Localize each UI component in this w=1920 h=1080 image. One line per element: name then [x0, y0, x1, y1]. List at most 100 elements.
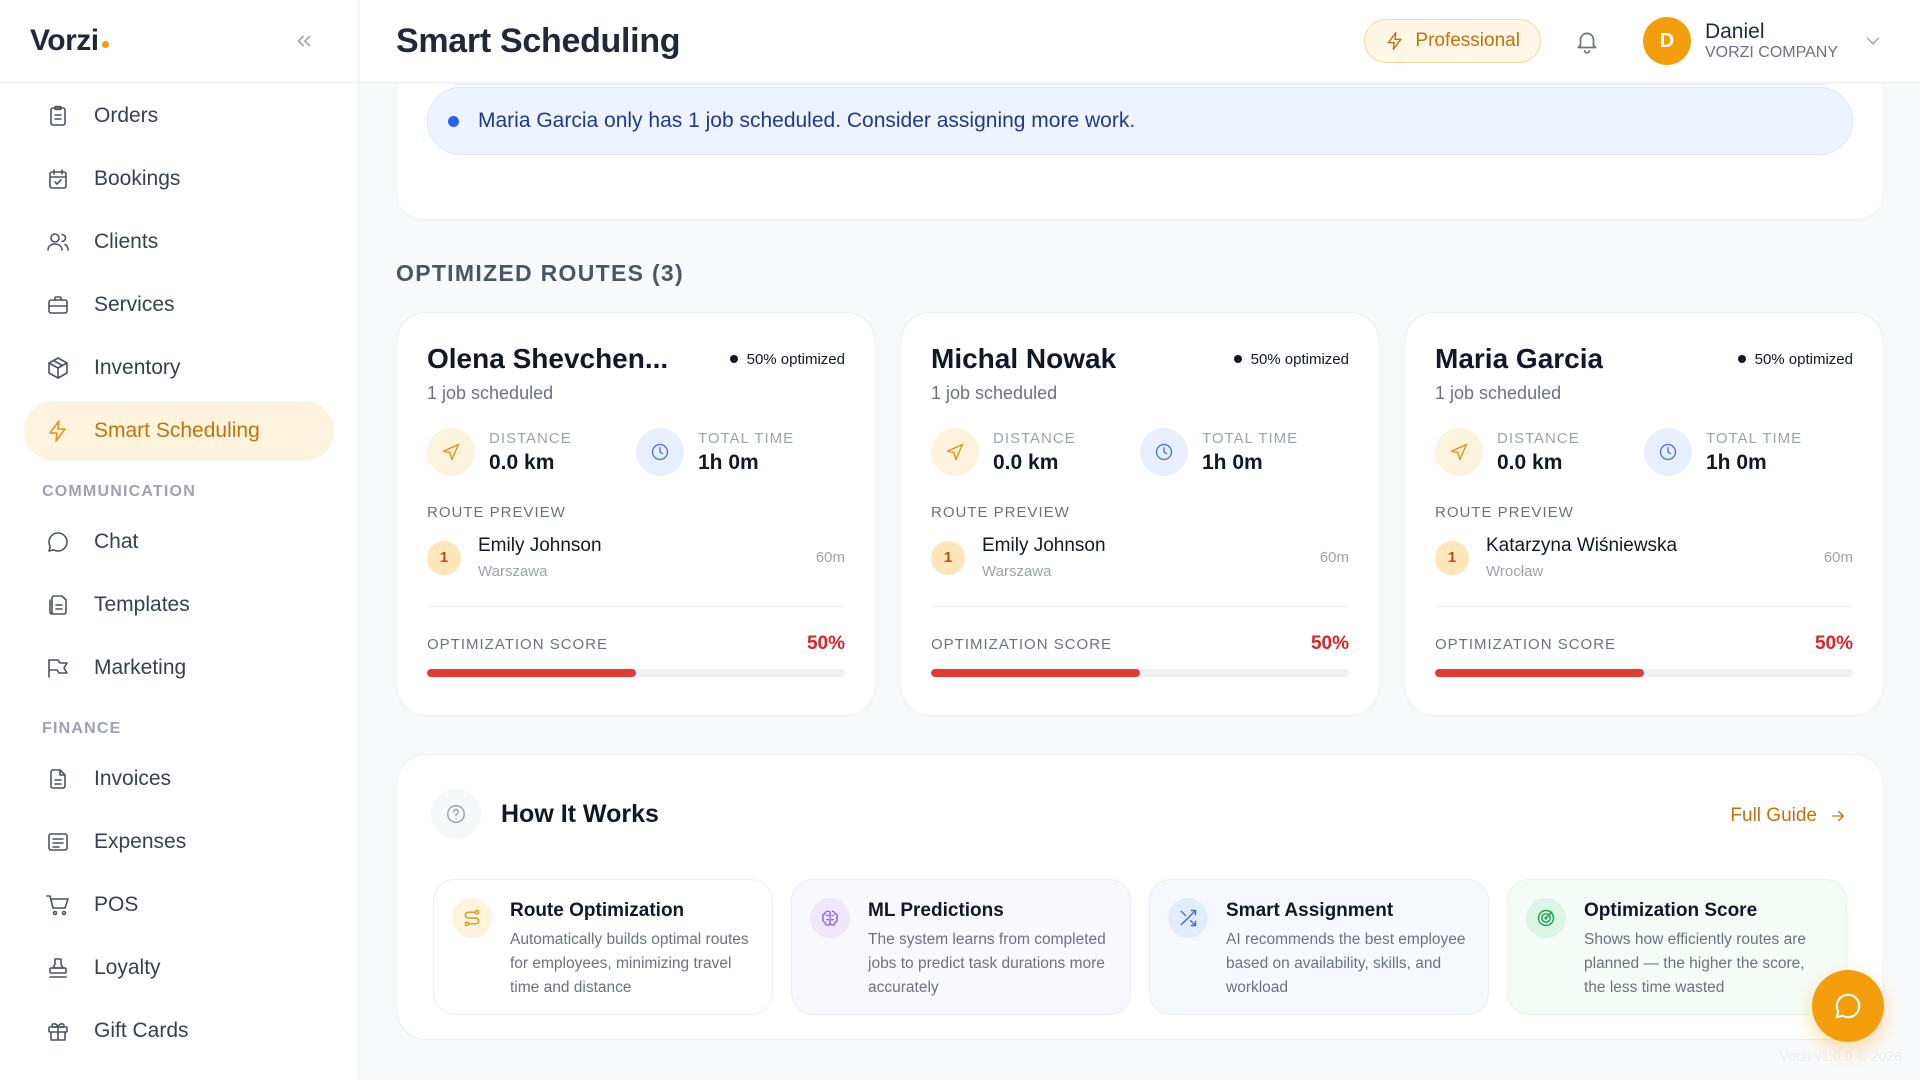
sidebar-item-templates[interactable]: Templates — [24, 575, 334, 635]
sidebar-item-clients[interactable]: Clients — [24, 212, 334, 272]
score-progress-track — [931, 669, 1349, 677]
time-label: TOTAL TIME — [1202, 429, 1299, 447]
route-metrics: DISTANCE 0.0 km TOTAL TIME 1h 0m — [931, 428, 1349, 476]
score-value: 50% — [1814, 633, 1853, 654]
stop-number: 1 — [427, 540, 461, 575]
score-label: OPTIMIZATION SCORE — [1435, 635, 1617, 653]
logo[interactable]: Vorzi — [30, 24, 109, 58]
sidebar-item-label: Chat — [94, 530, 139, 553]
route-stop[interactable]: 1 Emily Johnson Warszawa 60m — [931, 535, 1349, 580]
stamp-icon — [44, 954, 72, 982]
user-menu[interactable]: D Daniel VORZI COMPANY — [1642, 17, 1884, 65]
sidebar-item-gift-cards[interactable]: Gift Cards — [24, 1001, 334, 1061]
avatar: D — [1642, 17, 1691, 65]
distance-label: DISTANCE — [993, 429, 1076, 447]
score-value: 50% — [806, 633, 845, 654]
clock-icon — [1140, 428, 1188, 476]
shuffle-icon — [1168, 898, 1208, 938]
sidebar-item-smart-scheduling[interactable]: Smart Scheduling — [24, 401, 334, 461]
briefcase-icon — [44, 291, 72, 319]
feature-title: Smart Assignment — [1226, 900, 1394, 921]
sidebar-item-bookings[interactable]: Bookings — [24, 149, 334, 209]
sidebar-item-label: Bookings — [94, 167, 181, 190]
chat-fab-button[interactable] — [1812, 970, 1884, 1042]
score-progress-track — [427, 669, 845, 677]
jobs-count: 1 job scheduled — [931, 383, 1058, 403]
invoice-icon — [44, 765, 72, 793]
version-text: Vorzi v1.0.0 © 2026 — [1779, 1048, 1902, 1064]
sidebar-item-marketing[interactable]: Marketing — [24, 638, 334, 698]
stop-duration: 60m — [1823, 549, 1853, 566]
route-card[interactable]: Maria Garcia 50% optimized 1 job schedul… — [1404, 312, 1884, 716]
optimized-badge: 50% optimized — [1233, 351, 1349, 368]
feature-route-optimization: Route Optimization Automatically builds o… — [433, 879, 773, 1015]
sidebar-item-services[interactable]: Services — [24, 275, 334, 335]
route-stop[interactable]: 1 Emily Johnson Warszawa 60m — [427, 535, 845, 580]
divider — [1435, 606, 1853, 607]
stop-client: Katarzyna Wiśniewska — [1486, 535, 1678, 556]
route-stop[interactable]: 1 Katarzyna Wiśniewska Wrocław 60m — [1435, 535, 1853, 580]
status-dot — [729, 355, 738, 363]
time-metric: TOTAL TIME 1h 0m — [1644, 428, 1853, 476]
time-label: TOTAL TIME — [1706, 429, 1803, 447]
how-it-works-card: How It Works Full Guide Route Optimizati… — [396, 754, 1884, 1040]
user-company: VORZI COMPANY — [1704, 43, 1838, 61]
feature-title: ML Predictions — [868, 900, 1004, 921]
brand-bar: Vorzi — [0, 0, 358, 83]
time-value: 1h 0m — [1202, 450, 1263, 474]
score-label: OPTIMIZATION SCORE — [931, 635, 1113, 653]
full-guide-label: Full Guide — [1730, 805, 1817, 826]
sidebar-item-inventory[interactable]: Inventory — [24, 338, 334, 398]
employee-name: Olena Shevchen... — [427, 343, 669, 374]
route-card[interactable]: Michal Nowak 50% optimized 1 job schedul… — [900, 312, 1380, 716]
stop-number: 1 — [1435, 540, 1469, 575]
stop-client: Emily Johnson — [982, 535, 1106, 556]
sidebar-item-label: Services — [94, 293, 175, 316]
distance-value: 0.0 km — [489, 450, 555, 474]
sidebar-item-invoices[interactable]: Invoices — [24, 749, 334, 809]
employee-name: Maria Garcia — [1435, 343, 1604, 374]
sidebar-item-label: Clients — [94, 230, 159, 253]
distance-metric: DISTANCE 0.0 km — [931, 428, 1140, 476]
target-icon — [1526, 898, 1566, 938]
brain-icon — [810, 898, 850, 938]
chevrons-left-icon — [297, 35, 311, 47]
route-card[interactable]: Olena Shevchen... 50% optimized 1 job sc… — [396, 312, 876, 716]
insight-alert: Maria Garcia only has 1 job scheduled. C… — [427, 87, 1853, 155]
sidebar-item-label: Inventory — [94, 356, 181, 379]
lightning-icon — [44, 417, 72, 445]
plan-badge[interactable]: Professional — [1364, 19, 1541, 63]
notifications-button[interactable] — [1571, 25, 1603, 57]
time-metric: TOTAL TIME 1h 0m — [1140, 428, 1349, 476]
sidebar: Vorzi Orders Bookings Clients Services I… — [0, 0, 359, 1080]
logo-dot — [101, 41, 109, 48]
navigation-icon — [931, 428, 979, 476]
divider — [427, 606, 845, 607]
stop-number: 1 — [931, 540, 965, 575]
stop-city: Wrocław — [1486, 563, 1544, 580]
alert-bullet — [448, 115, 459, 127]
top-header: Smart Scheduling Professional D Daniel V… — [360, 0, 1920, 83]
gift-icon — [44, 1017, 72, 1045]
sidebar-item-label: Smart Scheduling — [94, 419, 260, 442]
chat-bubble-icon — [44, 528, 72, 556]
sidebar-item-pos[interactable]: POS — [24, 875, 334, 935]
full-guide-link[interactable]: Full Guide — [1730, 805, 1847, 827]
arrow-right-icon — [1829, 807, 1847, 825]
sidebar-item-label: Marketing — [94, 656, 187, 679]
section-finance: FINANCE — [42, 720, 122, 737]
sidebar-item-loyalty[interactable]: Loyalty — [24, 938, 334, 998]
optimized-text: 50% optimized — [1754, 350, 1853, 368]
sidebar-item-orders[interactable]: Orders — [24, 86, 334, 146]
feature-description: Shows how efficiently routes are planned… — [1584, 931, 1806, 997]
user-name: Daniel — [1704, 19, 1765, 43]
sidebar-item-chat[interactable]: Chat — [24, 512, 334, 572]
clock-icon — [636, 428, 684, 476]
score-progress-fill — [427, 669, 636, 677]
flag-icon — [44, 654, 72, 682]
collapse-sidebar-button[interactable] — [290, 27, 318, 55]
alert-text: Maria Garcia only has 1 job scheduled. C… — [478, 109, 1136, 132]
stop-city: Warszawa — [478, 563, 548, 580]
feature-title: Optimization Score — [1584, 900, 1758, 921]
sidebar-item-expenses[interactable]: Expenses — [24, 812, 334, 872]
